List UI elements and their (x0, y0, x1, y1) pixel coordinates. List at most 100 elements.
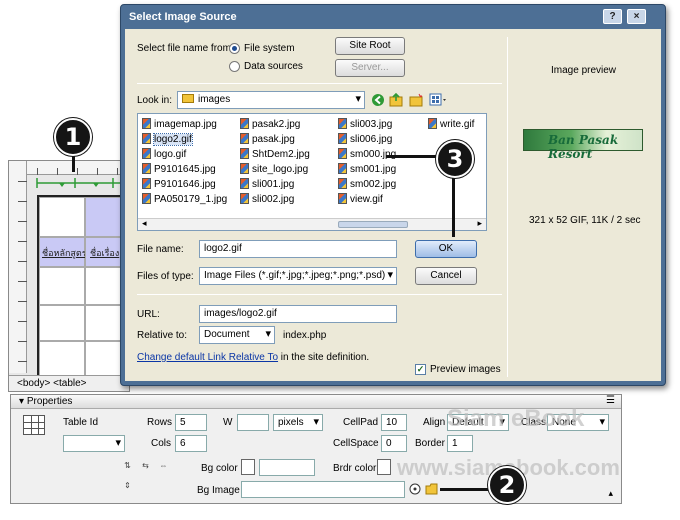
preview-image: Ban Pasak Resort (523, 129, 643, 161)
w-label: W (223, 417, 233, 428)
file-item[interactable]: site_logo.jpg (240, 163, 308, 176)
clear-widths-icon[interactable]: ⇆ (139, 461, 152, 471)
site-root-button[interactable]: Site Root (335, 37, 405, 55)
bgcolor-input[interactable] (259, 459, 315, 476)
file-name-input[interactable]: logo2.gif (199, 240, 397, 258)
cols-input[interactable]: 6 (175, 435, 207, 452)
relative-to-dropdown[interactable]: Document (199, 326, 275, 344)
new-folder-icon[interactable] (409, 93, 423, 107)
w-input[interactable] (237, 414, 269, 431)
data-sources-label[interactable]: Data sources (244, 61, 303, 72)
close-title-button[interactable]: × (627, 9, 646, 24)
cancel-button[interactable]: Cancel (415, 267, 477, 285)
file-item[interactable]: pasak2.jpg (240, 118, 300, 131)
panel-options-icon[interactable]: ☰ (606, 395, 615, 406)
table-cell[interactable] (39, 341, 85, 377)
file-list[interactable]: imagemap.jpg logo2.gif logo.gif P9101645… (137, 113, 487, 231)
table-cell[interactable] (39, 267, 85, 305)
view-menu-icon[interactable] (429, 93, 449, 107)
file-item[interactable]: sm002.jpg (338, 178, 396, 191)
file-item[interactable]: ShtDem2.jpg (240, 148, 310, 161)
table-id-dropdown[interactable] (63, 435, 125, 452)
files-of-type-dropdown[interactable]: Image Files (*.gif;*.jpg;*.jpeg;*.png;*.… (199, 267, 397, 285)
data-sources-radio[interactable] (229, 61, 240, 72)
table-cell[interactable] (39, 197, 85, 237)
bgcolor-label: Bg color (201, 463, 238, 474)
change-link-row: Change default Link Relative To in the s… (137, 352, 369, 363)
expand-panel-icon[interactable]: ▴ (608, 488, 613, 499)
align-label: Align (423, 417, 446, 428)
file-item[interactable]: view.gif (338, 193, 383, 206)
change-link-suffix: in the site definition. (278, 352, 370, 363)
file-item[interactable]: sli003.jpg (338, 118, 392, 131)
image-file-icon (338, 133, 347, 144)
file-item[interactable]: P9101645.jpg (142, 163, 216, 176)
bgimage-input[interactable] (241, 481, 405, 498)
file-item[interactable]: sli001.jpg (240, 178, 294, 191)
preview-images-label[interactable]: Preview images (430, 364, 501, 375)
brdrcolor-swatch[interactable] (377, 459, 391, 475)
file-name-label: File name: (137, 244, 184, 255)
ok-button[interactable]: OK (415, 240, 477, 258)
scroll-right-icon[interactable]: ▸ (477, 218, 482, 229)
file-item[interactable]: write.gif (428, 118, 474, 131)
browse-folder-icon[interactable] (425, 483, 439, 495)
file-item[interactable]: P9101646.jpg (142, 178, 216, 191)
thai-cell-text: ชื่อหลักสูตร (42, 249, 87, 259)
look-in-label: Look in: (137, 95, 173, 106)
table-cell[interactable]: ชื่อหลักสูตร (39, 237, 87, 267)
image-file-icon (142, 118, 151, 129)
convert-widths-icon[interactable]: ⇔ (157, 461, 170, 471)
file-system-label[interactable]: File system (244, 43, 295, 54)
image-file-icon (240, 148, 249, 159)
border-input[interactable]: 1 (447, 435, 473, 452)
image-file-icon (338, 163, 347, 174)
point-to-file-icon[interactable] (409, 483, 421, 495)
look-in-dropdown[interactable]: images (177, 91, 365, 109)
rows-input[interactable]: 5 (175, 414, 207, 431)
convert-heights-icon[interactable]: ⇕ (121, 481, 134, 491)
server-button[interactable]: Server... (335, 59, 405, 77)
up-folder-icon[interactable] (389, 93, 403, 107)
preview-image-text: Ban Pasak Resort (548, 133, 619, 161)
cellspace-input[interactable]: 0 (381, 435, 407, 452)
dialog-titlebar[interactable]: Select Image Source (121, 5, 665, 29)
image-file-icon (428, 118, 437, 129)
top-separator (137, 83, 502, 84)
file-item-selected[interactable]: logo2.gif (142, 133, 193, 146)
bgcolor-swatch[interactable] (241, 459, 255, 475)
preview-images-checkbox[interactable]: ✓ (415, 364, 426, 375)
file-system-radio[interactable] (229, 43, 240, 54)
back-icon[interactable] (371, 93, 385, 107)
collapse-arrow-icon[interactable]: ▾ (19, 396, 24, 407)
clear-heights-icon[interactable]: ⇅ (121, 461, 134, 471)
file-item[interactable]: sli006.jpg (338, 133, 392, 146)
image-file-icon (240, 178, 249, 189)
file-item[interactable]: sm001.jpg (338, 163, 396, 176)
tag-selector-bar[interactable]: <body> <table> (9, 375, 129, 391)
scroll-left-icon[interactable]: ◂ (142, 218, 147, 229)
cellpad-input[interactable]: 10 (381, 414, 407, 431)
file-item[interactable]: logo.gif (142, 148, 186, 161)
change-default-link[interactable]: Change default Link Relative To (137, 352, 278, 363)
rows-label: Rows (147, 417, 173, 428)
table-cell[interactable] (39, 305, 85, 341)
help-title-button[interactable]: ? (603, 9, 622, 24)
url-input[interactable]: images/logo2.gif (199, 305, 397, 323)
file-item[interactable]: imagemap.jpg (142, 118, 217, 131)
document-table[interactable]: ชื่อหลักสูตร ชื่อเรื่อง (37, 195, 129, 379)
image-file-icon (240, 193, 249, 204)
file-item[interactable]: PA050179_1.jpg (142, 193, 227, 206)
image-file-icon (142, 133, 151, 144)
table-icon (23, 415, 45, 435)
brdrcolor-label: Brdr color (333, 463, 377, 474)
vertical-ruler (9, 161, 27, 373)
scrollbar-thumb[interactable] (338, 221, 408, 228)
file-item[interactable]: pasak.jpg (240, 133, 295, 146)
properties-panel: ▾ Properties ☰ Table Id Rows 5 Cols 6 W … (10, 394, 622, 504)
file-list-scrollbar[interactable]: ◂ ▸ (138, 218, 486, 230)
file-item[interactable]: sli002.jpg (240, 193, 294, 206)
tag-selector-text[interactable]: <body> <table> (17, 378, 87, 389)
image-file-icon (338, 118, 347, 129)
w-unit-dropdown[interactable]: pixels (273, 414, 323, 431)
